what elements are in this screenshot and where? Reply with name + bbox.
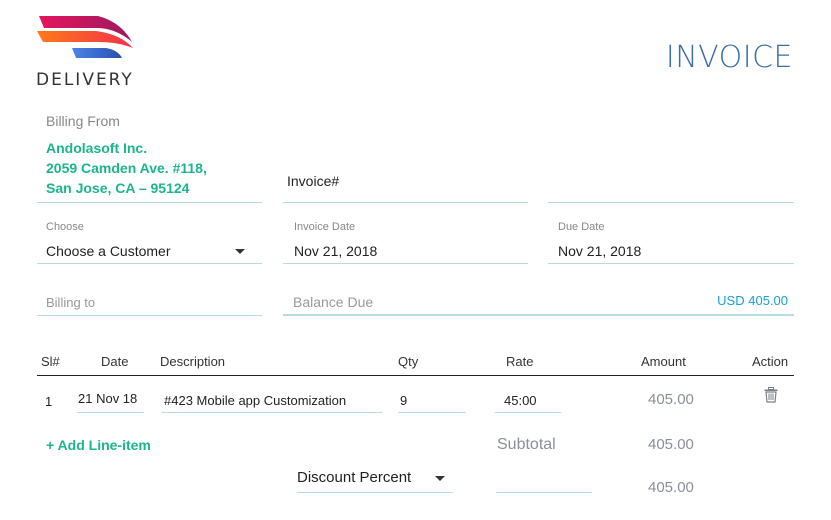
due-date-label: Due Date [558,221,605,233]
col-header-description: Description [160,354,226,369]
balance-due-value: USD 405.00 [717,293,788,308]
row-description-underline [162,412,382,413]
customer-select-value: Choose a Customer [46,243,171,259]
invoice-number-label: Invoice# [287,173,340,189]
chevron-down-icon [435,476,445,481]
invoice-date-label: Invoice Date [294,221,356,233]
total-value: 405.00 [648,479,694,496]
customer-select-label: Choose [46,221,84,233]
row-rate-value: 45:00 [504,393,537,408]
billing-from-address: Andolasoft Inc. 2059 Camden Ave. #118, S… [46,138,207,198]
row-rate-underline [495,412,561,413]
row-qty-underline [398,412,466,413]
invoice-number-underline [283,202,528,203]
row-rate-input[interactable]: 45:00 [495,385,561,413]
balance-due-label: Balance Due [293,294,374,310]
customer-select[interactable]: Choose Choose a Customer [37,220,262,265]
chevron-down-icon [235,249,245,254]
add-line-item-button[interactable]: + Add Line-item [46,437,151,453]
invoice-number-value-underline [548,202,794,203]
billing-address-line2: San Jose, CA – 95124 [46,180,190,196]
col-header-date: Date [101,354,129,369]
billing-company: Andolasoft Inc. [46,140,148,156]
col-header-qty: Qty [398,354,419,369]
subtotal-value: 405.00 [648,436,694,453]
discount-value-input[interactable] [496,470,592,493]
billing-to-field[interactable]: Billing to [37,294,262,316]
billing-to-placeholder: Billing to [46,295,96,310]
invoice-number-value-field[interactable] [548,165,794,203]
col-header-action: Action [752,354,789,369]
balance-due-underline [283,314,794,316]
row-description-value: #423 Mobile app Customization [164,393,347,408]
subtotal-label: Subtotal [497,436,556,453]
invoice-number-field[interactable]: Invoice# [283,165,528,203]
col-header-amount: Amount [641,354,686,369]
col-header-sl: Sl# [41,354,60,369]
table-header-divider [37,375,794,376]
invoice-date-underline [283,263,528,264]
billing-address-line1: 2059 Camden Ave. #118, [46,160,207,176]
discount-type-select[interactable]: Discount Percent [297,466,453,493]
due-date-field[interactable]: Due Date Nov 21, 2018 [548,220,794,265]
due-date-value: Nov 21, 2018 [558,243,642,259]
row-sl: 1 [45,394,53,409]
discount-type-underline [297,492,453,493]
billing-from-label: Billing From [46,113,120,129]
delivery-logo-icon [37,16,133,58]
brand-name: DELIVERY [36,70,134,90]
row-date-value: 21 Nov 18 [78,391,138,406]
billing-to-underline [37,315,262,316]
invoice-date-field[interactable]: Invoice Date Nov 21, 2018 [283,220,528,265]
row-qty-input[interactable]: 9 [398,385,466,413]
col-header-rate: Rate [506,354,534,369]
due-date-underline [548,263,794,264]
row-date-underline [77,412,144,413]
trash-icon[interactable] [764,387,778,403]
row-description-input[interactable]: #423 Mobile app Customization [162,385,382,413]
row-qty-value: 9 [400,393,408,408]
row-date-input[interactable]: 21 Nov 18 [77,385,144,413]
billing-from-underline [37,202,262,203]
customer-select-underline [37,263,262,264]
discount-type-value: Discount Percent [297,469,412,486]
table-row: 1 21 Nov 18 #423 Mobile app Customizatio… [37,385,794,415]
page-title: INVOICE [665,40,793,75]
discount-value-underline [496,492,592,493]
row-amount: 405.00 [648,391,694,408]
invoice-date-value: Nov 21, 2018 [294,243,378,259]
balance-due-field: Balance Due USD 405.00 [283,293,794,316]
